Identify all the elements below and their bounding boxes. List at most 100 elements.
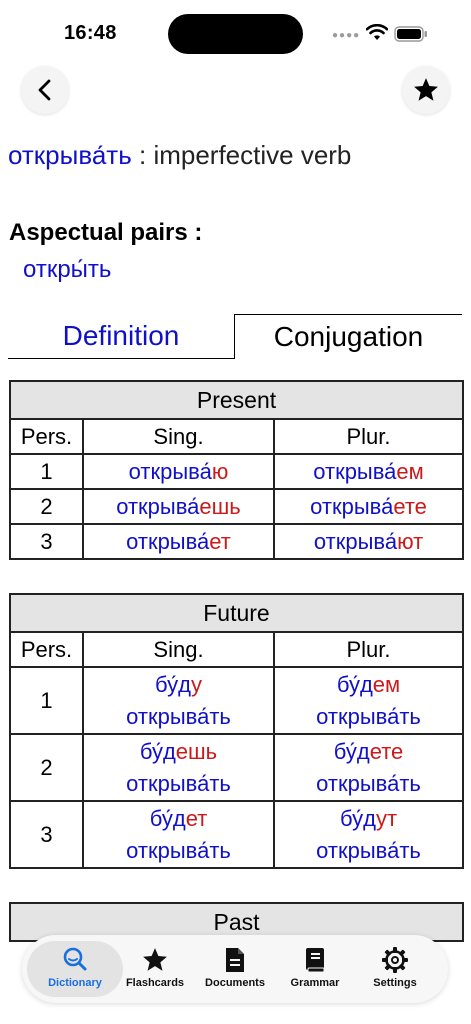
infinitive: открыва́ть <box>316 770 421 796</box>
aspect-heading: Aspectual pairs : <box>9 219 203 246</box>
sing-form: открыва́ю <box>82 453 275 490</box>
part-of-speech: imperfective verb <box>153 140 352 170</box>
ending: у <box>190 671 202 697</box>
col-person: Pers. <box>9 418 84 455</box>
tab-label: Flashcards <box>125 977 185 989</box>
tab-label: Grammar <box>290 977 340 989</box>
favorite-button[interactable] <box>402 66 450 114</box>
ending: ю <box>211 458 229 484</box>
infinitive: открыва́ть <box>126 837 231 863</box>
tab-label: Documents <box>205 977 265 989</box>
star-icon <box>141 945 169 975</box>
ending: ешь <box>175 738 218 764</box>
ending: ют <box>397 528 424 554</box>
chevron-left-icon <box>38 79 51 101</box>
plur-form: бу́дем открыва́ть <box>273 666 464 735</box>
table-row: 3 открыва́ет открыва́ют <box>9 523 465 560</box>
col-sing: Sing. <box>82 631 275 668</box>
tab-settings[interactable]: Settings <box>354 941 436 997</box>
signal-icon: ●●●● <box>332 30 361 41</box>
headword-line: открыва́ть : imperfective verb <box>8 140 351 171</box>
bottom-tab-bar: Dictionary Flashcards Documents Grammar … <box>22 935 448 1003</box>
stem: открыва́ <box>128 458 212 484</box>
infinitive: открыва́ть <box>316 837 421 863</box>
sing-form: открыва́ет <box>82 523 275 560</box>
tab-definition[interactable]: Definition <box>8 314 234 359</box>
ending: ете <box>369 738 404 764</box>
dynamic-island <box>168 14 303 54</box>
book-icon <box>304 945 326 975</box>
stem: открыва́ <box>116 493 200 519</box>
ending: ет <box>209 528 231 554</box>
tab-label: Settings <box>373 977 417 989</box>
wifi-icon <box>366 24 388 40</box>
table-row: 1 бу́ду открыва́ть бу́дем открыва́ть <box>9 666 464 735</box>
stem: открыва́ <box>310 493 394 519</box>
aux-stem: бу́д <box>339 805 376 831</box>
infinitive: открыва́ть <box>126 770 231 796</box>
table-row: 1 открыва́ю открыва́ем <box>9 453 465 490</box>
gear-icon <box>381 945 409 975</box>
sing-form: открыва́ешь <box>82 488 275 525</box>
tab-documents[interactable]: Documents <box>194 941 276 997</box>
infinitive: открыва́ть <box>126 703 231 729</box>
stem: открыва́ <box>313 458 397 484</box>
separator: : <box>131 140 154 170</box>
tab-flashcards[interactable]: Flashcards <box>114 941 196 997</box>
present-title: Present <box>8 380 465 420</box>
status-icons: ●●●● <box>332 24 432 44</box>
ending: ешь <box>199 493 241 519</box>
stem: открыва́ <box>126 528 210 554</box>
person-number: 2 <box>9 733 84 802</box>
table-row: 2 открыва́ешь открыва́ете <box>9 488 465 525</box>
col-plur: Plur. <box>272 418 465 455</box>
aux-stem: бу́д <box>333 738 370 764</box>
tab-label: Dictionary <box>48 977 102 989</box>
sing-form: бу́дешь открыва́ть <box>82 733 275 802</box>
sing-form: бу́дет открыва́ть <box>82 800 275 869</box>
document-icon <box>224 945 246 975</box>
tab-grammar[interactable]: Grammar <box>274 941 356 997</box>
future-table: Future Pers. Sing. Plur. 1 бу́ду открыва́… <box>9 593 464 869</box>
sing-form: бу́ду открыва́ть <box>82 666 275 735</box>
person-number: 1 <box>9 666 84 735</box>
plur-form: бу́дут открыва́ть <box>273 800 464 869</box>
plur-form: открыва́ем <box>272 453 465 490</box>
aux-stem: бу́д <box>155 671 191 697</box>
tab-conjugation[interactable]: Conjugation <box>234 314 462 359</box>
person-number: 2 <box>9 488 84 525</box>
magnifier-icon <box>61 945 89 975</box>
aspect-pair-link[interactable]: откры́ть <box>23 256 111 284</box>
present-table: Present Pers. Sing. Plur. 1 открыва́ю от… <box>8 380 465 560</box>
aux-stem: бу́д <box>336 671 373 697</box>
battery-icon <box>394 26 427 42</box>
ending: ет <box>185 805 208 831</box>
ending: ем <box>396 458 424 484</box>
person-number: 3 <box>9 523 84 560</box>
col-plur: Plur. <box>273 631 464 668</box>
ending: ут <box>375 805 398 831</box>
status-time: 16:48 <box>64 22 117 44</box>
stem: открыва́ <box>313 528 398 554</box>
ending: ем <box>372 671 401 697</box>
back-button[interactable] <box>21 66 69 114</box>
person-number: 1 <box>9 453 84 490</box>
segmented-tabs: Definition Conjugation <box>8 314 462 360</box>
star-icon <box>414 78 438 101</box>
status-bar: 16:48 ●●●● <box>0 0 471 60</box>
plur-form: открыва́ют <box>272 523 465 560</box>
tab-dictionary[interactable]: Dictionary <box>27 941 123 997</box>
col-person: Pers. <box>9 631 84 668</box>
aux-stem: бу́д <box>139 738 176 764</box>
aux-stem: бу́д <box>149 805 186 831</box>
person-number: 3 <box>9 800 84 869</box>
plur-form: бу́дете открыва́ть <box>273 733 464 802</box>
infinitive: открыва́ть <box>316 703 421 729</box>
ending: ете <box>393 493 427 519</box>
col-sing: Sing. <box>82 418 275 455</box>
headword: открыва́ть <box>8 140 132 170</box>
future-title: Future <box>9 593 464 633</box>
table-row: 2 бу́дешь открыва́ть бу́дете открыва́ть <box>9 733 464 802</box>
table-row: 3 бу́дет открыва́ть бу́дут открыва́ть <box>9 800 464 869</box>
plur-form: открыва́ете <box>272 488 465 525</box>
